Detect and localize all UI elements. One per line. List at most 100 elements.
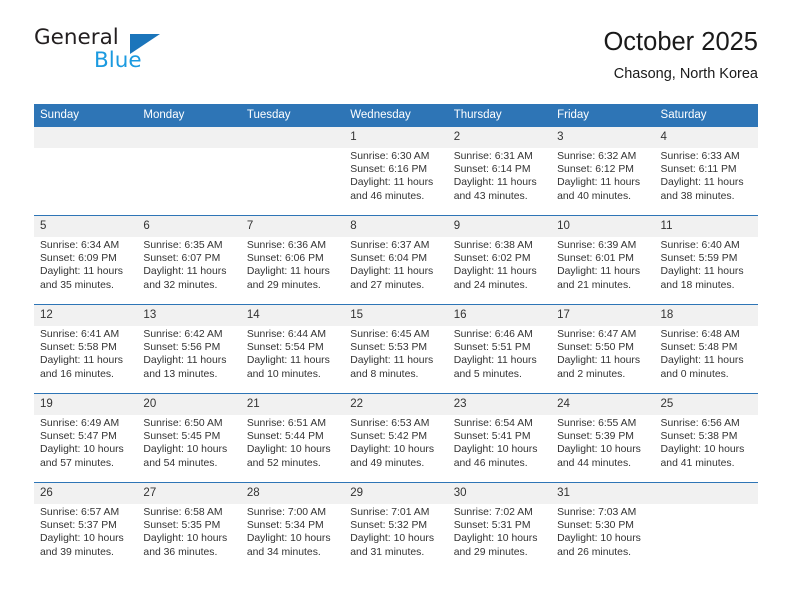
daylight-text: Daylight: 10 hours and 34 minutes.	[246, 533, 331, 558]
calendar-cell-day[interactable]: 9 Sunrise: 6:38 AM Sunset: 6:02 PM Daylight…	[447, 215, 552, 305]
day-number: 15	[344, 305, 448, 326]
sunset-text: Sunset: 5:47 PM	[40, 431, 117, 443]
sunrise-text: Sunrise: 6:32 AM	[557, 151, 637, 162]
page-header: General Blue October 2025 Chasong, North…	[34, 26, 758, 96]
sunrise-text: Sunrise: 6:34 AM	[40, 240, 120, 251]
sunset-text: Sunset: 5:35 PM	[143, 520, 221, 532]
calendar-cell-day[interactable]: 16 Sunrise: 6:46 AM Sunset: 5:51 PM Dayligh…	[447, 304, 552, 394]
calendar-cell-day[interactable]: 3 Sunrise: 6:32 AM Sunset: 6:12 PM Daylight…	[551, 127, 655, 216]
day-number: 8	[344, 216, 448, 237]
daylight-text: Daylight: 11 hours and 43 minutes.	[453, 177, 537, 202]
sunrise-text: Sunrise: 6:51 AM	[246, 418, 326, 429]
calendar-cell-day[interactable]: 27 Sunrise: 6:58 AM Sunset: 5:35 PM Dayligh…	[137, 482, 241, 571]
calendar-cell-day[interactable]: 2 Sunrise: 6:31 AM Sunset: 6:14 PM Daylight…	[447, 127, 552, 216]
calendar-cell-day[interactable]: 18 Sunrise: 6:48 AM Sunset: 5:48 PM Dayligh…	[654, 304, 758, 394]
sunrise-text: Sunrise: 6:38 AM	[453, 240, 533, 251]
sunrise-text: Sunrise: 6:42 AM	[143, 329, 223, 340]
calendar-page: General Blue October 2025 Chasong, North…	[0, 0, 792, 612]
calendar-cell-day[interactable]: 19 Sunrise: 6:49 AM Sunset: 5:47 PM Dayligh…	[34, 393, 138, 483]
calendar-cell-day[interactable]: 13 Sunrise: 6:42 AM Sunset: 5:56 PM Dayligh…	[137, 304, 241, 394]
calendar-cell-day[interactable]: 6 Sunrise: 6:35 AM Sunset: 6:07 PM Daylight…	[137, 215, 241, 305]
day-details: Sunrise: 7:03 AM Sunset: 5:30 PM Daylight:…	[551, 504, 654, 559]
day-number: 29	[344, 483, 448, 504]
sunrise-text: Sunrise: 6:37 AM	[350, 240, 430, 251]
calendar-cell-day[interactable]: 12 Sunrise: 6:41 AM Sunset: 5:58 PM Dayligh…	[34, 304, 138, 394]
day-details: Sunrise: 6:35 AM Sunset: 6:07 PM Daylight:…	[137, 237, 240, 292]
daylight-text: Daylight: 11 hours and 10 minutes.	[246, 355, 330, 380]
calendar-cell-day[interactable]: 28 Sunrise: 7:00 AM Sunset: 5:34 PM Dayligh…	[240, 482, 345, 571]
day-details: Sunrise: 6:56 AM Sunset: 5:38 PM Daylight:…	[655, 415, 758, 470]
day-number: 10	[551, 216, 655, 237]
calendar-cell-day[interactable]: 30 Sunrise: 7:02 AM Sunset: 5:31 PM Dayligh…	[447, 482, 552, 571]
sunrise-text: Sunrise: 6:58 AM	[143, 507, 223, 518]
sunrise-text: Sunrise: 6:47 AM	[557, 329, 637, 340]
calendar-cell-day[interactable]: 26 Sunrise: 6:57 AM Sunset: 5:37 PM Dayligh…	[34, 482, 138, 571]
day-number: 30	[447, 483, 552, 504]
calendar-cell-day[interactable]: 31 Sunrise: 7:03 AM Sunset: 5:30 PM Dayligh…	[551, 482, 655, 571]
daylight-text: Daylight: 11 hours and 21 minutes.	[557, 266, 641, 291]
sunset-text: Sunset: 5:38 PM	[660, 431, 738, 443]
daylight-text: Daylight: 11 hours and 16 minutes.	[40, 355, 123, 380]
sunset-text: Sunset: 6:09 PM	[40, 253, 117, 265]
sunrise-text: Sunrise: 6:40 AM	[660, 240, 740, 251]
day-number	[654, 483, 758, 504]
sunset-text: Sunset: 5:32 PM	[350, 520, 428, 532]
sunrise-text: Sunrise: 6:45 AM	[350, 329, 430, 340]
calendar-cell-day[interactable]: 8 Sunrise: 6:37 AM Sunset: 6:04 PM Daylight…	[344, 215, 448, 305]
logo-text-general: General	[34, 25, 119, 50]
calendar-cell-day[interactable]: 4 Sunrise: 6:33 AM Sunset: 6:11 PM Daylight…	[654, 127, 758, 216]
daylight-text: Daylight: 10 hours and 26 minutes.	[557, 533, 641, 558]
day-number: 23	[447, 394, 552, 415]
calendar-cell-day[interactable]: 1 Sunrise: 6:30 AM Sunset: 6:16 PM Daylight…	[344, 127, 448, 216]
calendar-cell-day[interactable]: 24 Sunrise: 6:55 AM Sunset: 5:39 PM Dayligh…	[551, 393, 655, 483]
general-blue-logo: General Blue	[34, 26, 214, 82]
daylight-text: Daylight: 11 hours and 8 minutes.	[350, 355, 434, 380]
daylight-text: Daylight: 10 hours and 49 minutes.	[350, 444, 435, 469]
day-details: Sunrise: 6:40 AM Sunset: 5:59 PM Daylight:…	[655, 237, 758, 292]
day-number: 5	[34, 216, 138, 237]
calendar-cell-day[interactable]: 29 Sunrise: 7:01 AM Sunset: 5:32 PM Dayligh…	[344, 482, 448, 571]
calendar-cell-day[interactable]: 21 Sunrise: 6:51 AM Sunset: 5:44 PM Dayligh…	[240, 393, 345, 483]
sunrise-text: Sunrise: 6:57 AM	[40, 507, 120, 518]
day-details: Sunrise: 6:46 AM Sunset: 5:51 PM Daylight:…	[448, 326, 551, 381]
calendar-cell-day[interactable]: 10 Sunrise: 6:39 AM Sunset: 6:01 PM Dayligh…	[551, 215, 655, 305]
calendar-cell-day[interactable]: 15 Sunrise: 6:45 AM Sunset: 5:53 PM Dayligh…	[344, 304, 448, 394]
calendar-cell-day[interactable]: 22 Sunrise: 6:53 AM Sunset: 5:42 PM Dayligh…	[344, 393, 448, 483]
daylight-text: Daylight: 11 hours and 18 minutes.	[660, 266, 744, 291]
calendar-cell-day[interactable]: 23 Sunrise: 6:54 AM Sunset: 5:41 PM Dayligh…	[447, 393, 552, 483]
calendar-cell-day[interactable]: 25 Sunrise: 6:56 AM Sunset: 5:38 PM Dayligh…	[654, 393, 758, 483]
day-details: Sunrise: 6:44 AM Sunset: 5:54 PM Daylight:…	[241, 326, 344, 381]
sunset-text: Sunset: 6:02 PM	[453, 253, 531, 265]
calendar-cell-day[interactable]: 14 Sunrise: 6:44 AM Sunset: 5:54 PM Dayligh…	[240, 304, 345, 394]
sunset-text: Sunset: 5:31 PM	[453, 520, 531, 532]
day-number: 19	[34, 394, 138, 415]
day-details: Sunrise: 6:34 AM Sunset: 6:09 PM Daylight:…	[34, 237, 137, 292]
day-number: 4	[654, 127, 758, 148]
calendar-cell-day[interactable]: 11 Sunrise: 6:40 AM Sunset: 5:59 PM Dayligh…	[654, 215, 758, 305]
page-title: October 2025	[603, 28, 758, 56]
calendar-cell-day[interactable]: 20 Sunrise: 6:50 AM Sunset: 5:45 PM Dayligh…	[137, 393, 241, 483]
day-number: 27	[137, 483, 241, 504]
day-number: 24	[551, 394, 655, 415]
calendar-cell-day[interactable]: 17 Sunrise: 6:47 AM Sunset: 5:50 PM Dayligh…	[551, 304, 655, 394]
day-details: Sunrise: 6:36 AM Sunset: 6:06 PM Daylight:…	[241, 237, 344, 292]
sunrise-text: Sunrise: 7:00 AM	[246, 507, 326, 518]
calendar-grid: Sunday Monday Tuesday Wednesday Thursday Frid…	[34, 104, 758, 571]
day-details: Sunrise: 7:02 AM Sunset: 5:31 PM Daylight:…	[448, 504, 551, 559]
column-header-sunday: Sunday	[34, 104, 138, 127]
day-details: Sunrise: 6:54 AM Sunset: 5:41 PM Daylight:…	[448, 415, 551, 470]
day-number: 13	[137, 305, 241, 326]
sunrise-text: Sunrise: 6:30 AM	[350, 151, 430, 162]
sunset-text: Sunset: 6:07 PM	[143, 253, 221, 265]
sunset-text: Sunset: 5:39 PM	[557, 431, 634, 443]
calendar-cell-day[interactable]: 7 Sunrise: 6:36 AM Sunset: 6:06 PM Daylight…	[240, 215, 345, 305]
day-details: Sunrise: 6:47 AM Sunset: 5:50 PM Daylight:…	[551, 326, 654, 381]
sunrise-text: Sunrise: 6:50 AM	[143, 418, 223, 429]
daylight-text: Daylight: 11 hours and 27 minutes.	[350, 266, 434, 291]
column-header-saturday: Saturday	[654, 104, 758, 127]
daylight-text: Daylight: 11 hours and 29 minutes.	[246, 266, 330, 291]
sunset-text: Sunset: 6:01 PM	[557, 253, 634, 265]
sunrise-text: Sunrise: 7:02 AM	[453, 507, 533, 518]
calendar-week-row: 12 Sunrise: 6:41 AM Sunset: 5:58 PM Dayligh…	[34, 304, 758, 394]
calendar-cell-day[interactable]: 5 Sunrise: 6:34 AM Sunset: 6:09 PM Daylight…	[34, 215, 138, 305]
